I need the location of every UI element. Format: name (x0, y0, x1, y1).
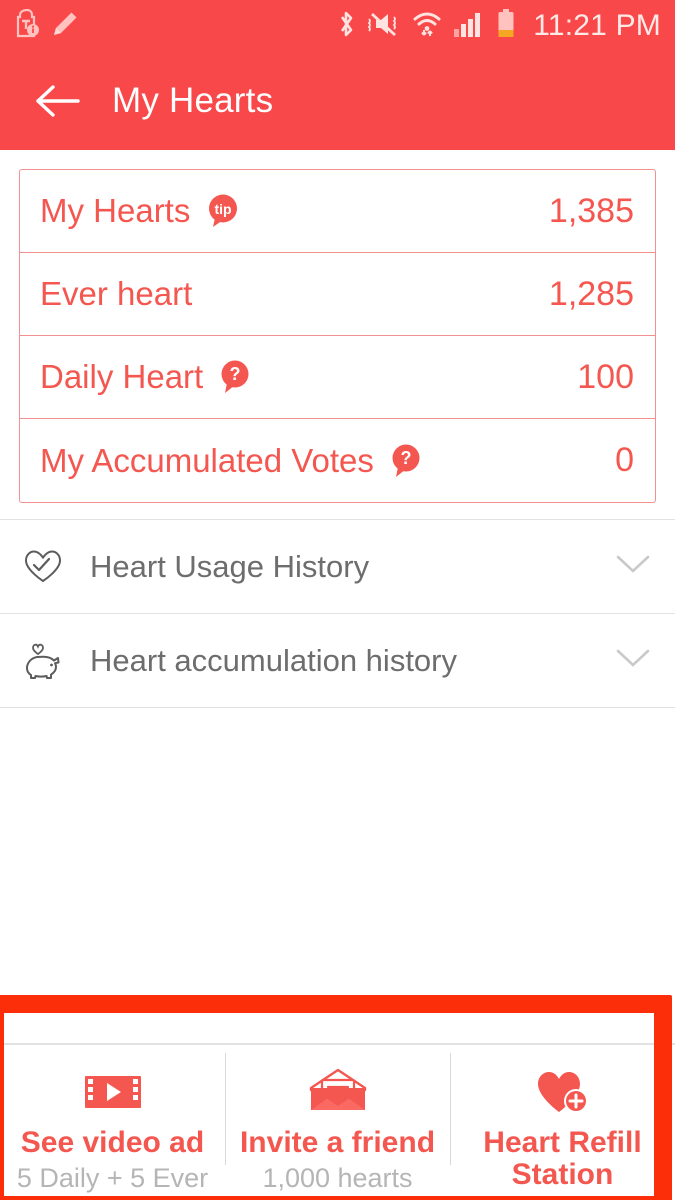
summary-row-value: 0 (615, 441, 634, 479)
summary-row-accumulated-votes[interactable]: My Accumulated Votes ? 0 (20, 419, 655, 502)
summary-row-label: My Hearts (40, 192, 191, 229)
svg-text:?: ? (230, 364, 241, 384)
summary-row-value: 100 (577, 357, 634, 396)
section-heart-usage-history[interactable]: Heart Usage History (0, 520, 675, 613)
action-heart-refill-station[interactable]: Heart Refill Station (450, 1045, 675, 1200)
bottom-action-list: See video ad 5 Daily + 5 Ever Invite a f… (0, 1045, 675, 1200)
app-bar: My Hearts (0, 52, 675, 150)
sim-tag-info-icon (14, 8, 40, 44)
svg-text:?: ? (400, 448, 411, 468)
action-title: Invite a friend (239, 1126, 436, 1159)
summary-row-label: Ever heart (40, 275, 193, 312)
app-screen: 11:21 PM My Hearts My Hearts tip 1,385 E… (0, 0, 675, 1200)
wifi-transfer-icon (412, 10, 442, 43)
heart-plus-icon (535, 1066, 591, 1118)
help-bubble-icon[interactable]: ? (219, 359, 251, 395)
hearts-summary-card: My Hearts tip 1,385 Ever heart 1,285 Dai… (19, 169, 656, 503)
pencil-icon (52, 11, 78, 42)
section-label: Heart accumulation history (90, 642, 457, 678)
action-see-video-ad[interactable]: See video ad 5 Daily + 5 Ever (0, 1045, 225, 1200)
status-bar-clock: 11:21 PM (533, 9, 661, 42)
bottom-action-bar: See video ad 5 Daily + 5 Ever Invite a f… (0, 1008, 675, 1200)
summary-row-my-hearts[interactable]: My Hearts tip 1,385 (20, 170, 655, 253)
divider (0, 707, 675, 708)
action-title: Heart Refill Station (483, 1126, 642, 1191)
action-title: See video ad (20, 1126, 205, 1159)
summary-row-daily-heart[interactable]: Daily Heart ? 100 (20, 336, 655, 419)
page-title: My Hearts (112, 81, 274, 120)
piggy-bank-heart-icon (21, 641, 65, 681)
status-bar: 11:21 PM (0, 0, 675, 52)
summary-row-value: 1,385 (548, 191, 634, 230)
mute-vibrate-icon (367, 10, 401, 43)
summary-row-value: 1,285 (548, 274, 634, 313)
summary-row-ever-heart[interactable]: Ever heart 1,285 (20, 253, 655, 336)
chevron-down-icon[interactable] (615, 647, 651, 674)
section-heart-accumulation-history[interactable]: Heart accumulation history (0, 614, 675, 707)
help-bubble-icon[interactable]: ? (390, 443, 422, 479)
bluetooth-icon (336, 9, 356, 44)
action-subtitle: 5 Daily + 5 Ever (16, 1162, 209, 1193)
summary-row-label: Daily Heart (40, 358, 204, 395)
heart-check-icon (21, 549, 65, 585)
action-invite-a-friend[interactable]: Invite a friend 1,000 hearts (225, 1045, 450, 1200)
status-bar-right-icons: 11:21 PM (336, 8, 661, 44)
action-subtitle: 1,000 hearts (262, 1162, 413, 1193)
summary-row-label: My Accumulated Votes (40, 441, 374, 479)
invite-envelope-icon (309, 1066, 367, 1118)
back-arrow-icon[interactable] (36, 84, 80, 118)
cellular-signal-icon (453, 10, 485, 43)
svg-text:tip: tip (215, 201, 232, 217)
status-bar-left-icons (14, 8, 78, 44)
battery-low-icon (496, 8, 516, 44)
section-label: Heart Usage History (90, 548, 370, 584)
tip-bubble-icon[interactable]: tip (206, 193, 240, 229)
chevron-down-icon[interactable] (615, 553, 651, 580)
video-ad-icon (83, 1066, 143, 1118)
